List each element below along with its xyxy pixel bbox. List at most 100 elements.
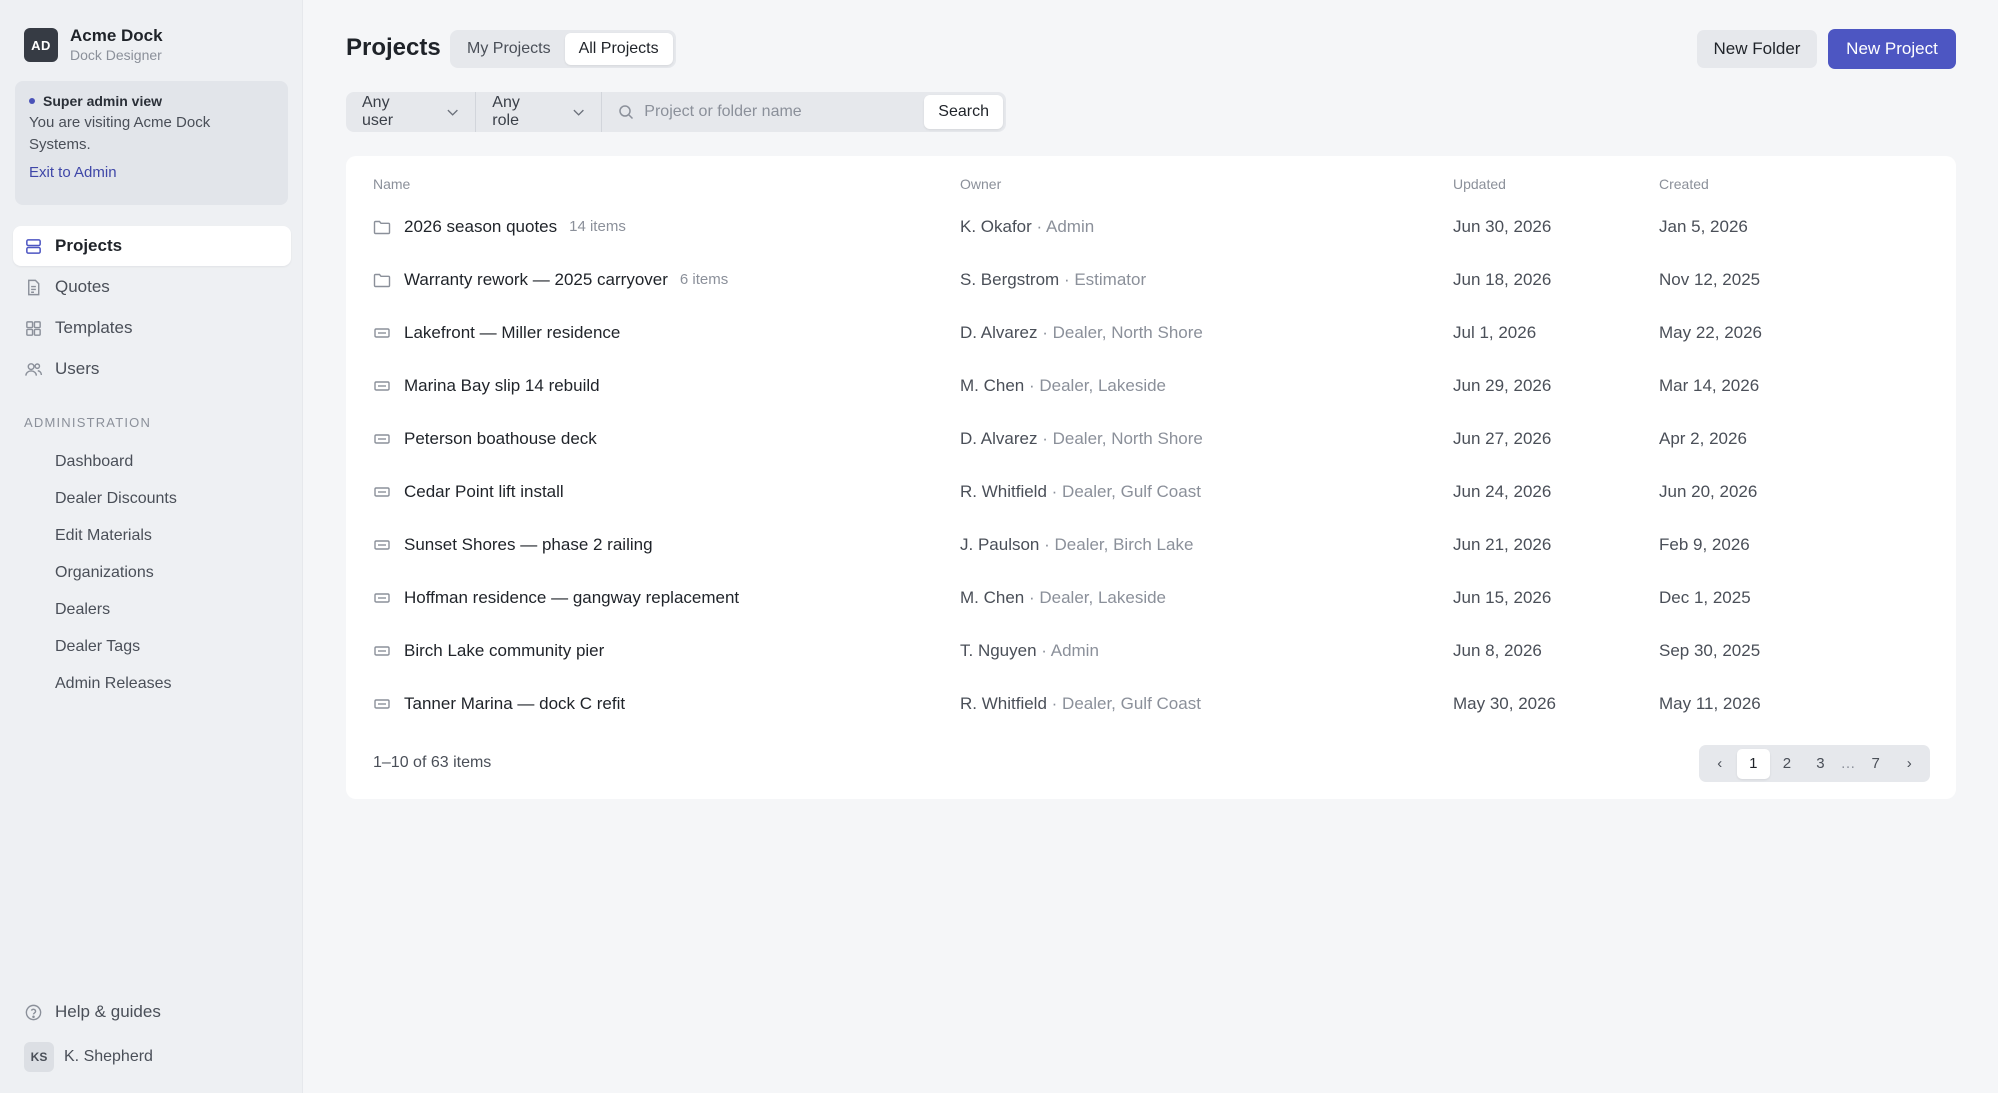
table-row[interactable]: Cedar Point lift install R. Whitfield · D… [346,465,1956,518]
table-row[interactable]: Hoffman residence — gangway replacement M… [346,571,1956,624]
row-owner-role: · Dealer, Gulf Coast [1051,693,1201,713]
row-updated: Jun 21, 2026 [1453,534,1552,554]
search-icon [619,105,634,120]
administration-section-label: ADMINISTRATION [24,415,152,430]
row-name-cell[interactable]: 2026 season quotes 14 items [372,200,626,253]
row-name: Birch Lake community pier [404,640,605,660]
row-owner: S. Bergstrom [960,269,1060,289]
row-owner: K. Okafor [960,216,1032,236]
tab-my-projects[interactable]: My Projects [453,33,565,65]
row-name-cell[interactable]: Birch Lake community pier [372,624,604,677]
table-row[interactable]: Lakefront — Miller residence D. Alvarez ·… [346,306,1956,359]
admin-nav-edit-materials[interactable]: Edit Materials [55,517,177,554]
brand-name: Acme Dock [70,26,163,45]
nav-item-quotes[interactable]: Quotes [13,267,291,307]
row-name-cell[interactable]: Sunset Shores — phase 2 railing [372,518,653,571]
row-owner-role: · Admin [1041,640,1099,660]
row-owner: R. Whitfield [960,481,1047,501]
row-owner: D. Alvarez [960,428,1038,448]
row-owner: J. Paulson [960,534,1040,554]
row-owner-cell: M. Chen · Dealer, Lakeside [960,571,1166,624]
project-scope-tabs: My Projects All Projects [450,30,676,68]
tab-all-projects[interactable]: All Projects [564,33,673,65]
row-owner-role: · Dealer, North Shore [1042,428,1203,448]
row-item-count: 14 items [569,218,626,235]
column-header-name[interactable]: Name [373,176,410,192]
search-input[interactable] [644,103,925,121]
user-filter-select[interactable]: Any user [346,92,477,132]
table-row[interactable]: Birch Lake community pier T. Nguyen · Adm… [346,624,1956,677]
exit-to-admin-link[interactable]: Exit to Admin [29,164,117,181]
project-icon [374,592,390,603]
users-icon [25,362,43,376]
table-row[interactable]: 2026 season quotes 14 items K. Okafor · Ad… [346,200,1956,253]
current-user[interactable]: KS K. Shepherd [24,1042,153,1072]
page-button-7[interactable]: 7 [1859,749,1893,779]
page-button-2[interactable]: 2 [1770,749,1804,779]
prev-page-button[interactable]: ‹ [1703,749,1737,779]
row-owner-role: · Estimator [1063,269,1147,289]
column-header-owner[interactable]: Owner [960,176,1001,192]
row-owner-cell: D. Alvarez · Dealer, North Shore [960,306,1203,359]
admin-nav-dealer-discounts[interactable]: Dealer Discounts [55,480,177,517]
row-owner-cell: R. Whitfield · Dealer, Gulf Coast [960,465,1201,518]
pagination-summary: 1–10 of 63 items [373,754,492,771]
project-icon [374,327,390,338]
table-row[interactable]: Tanner Marina — dock C refit R. Whitfield… [346,677,1956,730]
row-created: Nov 12, 2025 [1659,269,1761,289]
admin-nav-organizations[interactable]: Organizations [55,554,177,591]
search-button[interactable]: Search [924,95,1003,129]
nav-item-users[interactable]: Users [13,349,291,389]
brand: AD Acme Dock Dock Designer [24,26,163,64]
main-nav: Projects Quotes Templates Users [13,226,291,390]
document-icon [28,279,40,295]
row-name: Cedar Point lift install [404,481,564,501]
admin-nav-dashboard[interactable]: Dashboard [55,443,177,480]
page-button-1[interactable]: 1 [1736,748,1771,779]
row-updated: Jul 1, 2026 [1453,322,1537,342]
row-name-cell[interactable]: Cedar Point lift install [372,465,564,518]
new-folder-button[interactable]: New Folder [1697,30,1817,68]
table-row[interactable]: Marina Bay slip 14 rebuild M. Chen · Deal… [346,359,1956,412]
nav-item-label: Projects [55,236,123,255]
next-page-button[interactable]: › [1892,749,1926,779]
nav-item-templates[interactable]: Templates [13,308,291,348]
avatar: KS [24,1042,54,1072]
help-guides-link[interactable]: Help & guides [24,1002,161,1022]
table-row[interactable]: Sunset Shores — phase 2 railing J. Paulso… [346,518,1956,571]
row-created: Jun 20, 2026 [1659,481,1758,501]
row-created: May 22, 2026 [1659,322,1763,342]
row-name-cell[interactable]: Lakefront — Miller residence [372,306,620,359]
row-owner-role: · Admin [1036,216,1095,236]
new-project-button[interactable]: New Project [1828,29,1956,69]
user-name: K. Shepherd [64,1048,153,1065]
admin-nav-dealer-tags[interactable]: Dealer Tags [55,628,177,665]
row-created: Feb 9, 2026 [1659,534,1750,554]
page-button-3[interactable]: 3 [1804,749,1838,779]
projects-icon [26,238,41,254]
row-name-cell[interactable]: Marina Bay slip 14 rebuild [372,359,600,412]
grid-icon [26,320,41,336]
nav-item-projects[interactable]: Projects [13,226,291,266]
row-owner-cell: R. Whitfield · Dealer, Gulf Coast [960,677,1201,730]
row-name-cell[interactable]: Warranty rework — 2025 carryover 6 items [372,253,728,306]
row-name-cell[interactable]: Tanner Marina — dock C refit [372,677,625,730]
column-header-created[interactable]: Created [1659,176,1709,192]
table-row[interactable]: Peterson boathouse deck D. Alvarez · Deal… [346,412,1956,465]
row-updated: Jun 8, 2026 [1453,640,1542,660]
row-name: Warranty rework — 2025 carryover [404,269,668,289]
pagination: ‹ 1 2 3 … 7 › [1699,745,1930,782]
role-filter-select[interactable]: Any role [476,92,603,132]
column-header-updated[interactable]: Updated [1453,176,1506,192]
folder-icon [373,220,391,234]
row-name-cell[interactable]: Peterson boathouse deck [372,412,597,465]
row-updated: Jun 29, 2026 [1453,375,1552,395]
admin-nav-admin-releases[interactable]: Admin Releases [55,665,177,702]
project-icon [374,433,390,444]
table-row[interactable]: Warranty rework — 2025 carryover 6 items S… [346,253,1956,306]
admin-nav-dealers[interactable]: Dealers [55,591,177,628]
row-name-cell[interactable]: Hoffman residence — gangway replacement [372,571,739,624]
row-item-count: 6 items [679,271,729,288]
admin-nav: Dashboard Dealer Discounts Edit Material… [55,443,177,702]
project-icon [374,698,390,709]
